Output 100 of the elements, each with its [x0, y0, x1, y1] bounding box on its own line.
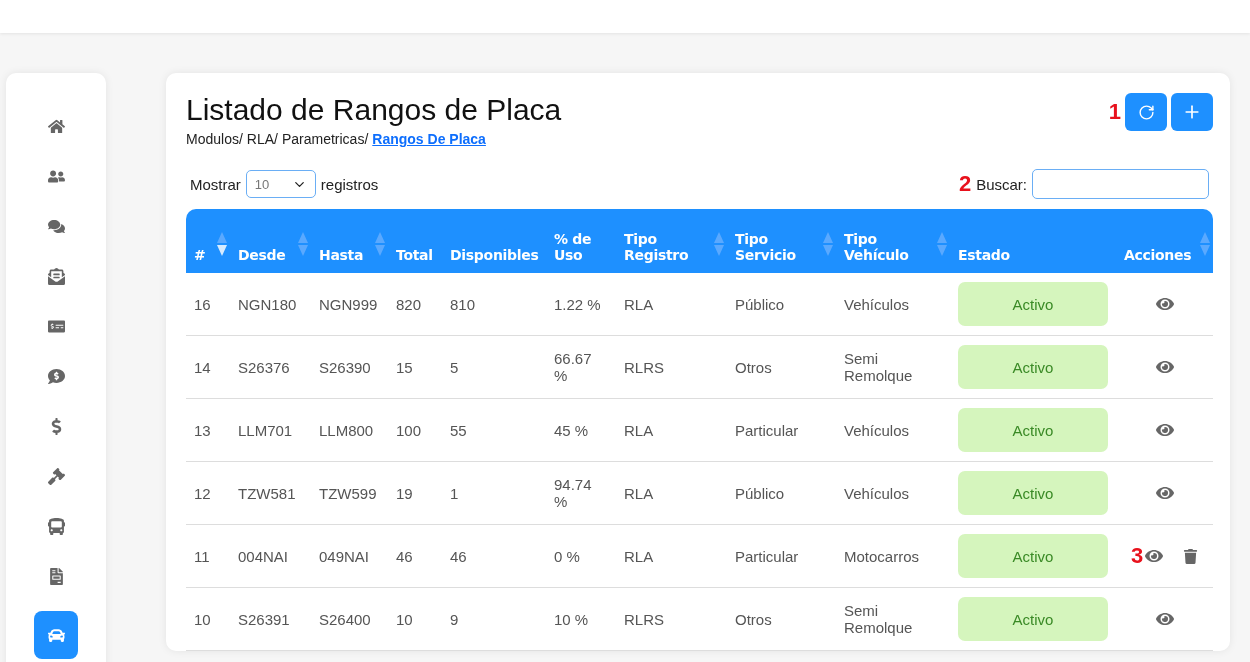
status-badge: Activo — [958, 597, 1108, 641]
table-cell: Otros — [735, 610, 772, 628]
column-header[interactable]: Acciones — [1116, 209, 1213, 273]
records-label: registros — [320, 175, 379, 193]
table-cell: Vehículos — [844, 295, 910, 313]
table-cell: RLRS — [624, 358, 664, 376]
annotation-number: 3 — [1130, 543, 1144, 569]
chat-icon — [47, 217, 65, 235]
bus-icon — [47, 517, 65, 535]
table-cell: Público — [735, 484, 785, 502]
show-label: Mostrar — [190, 175, 241, 193]
view-icon[interactable] — [1155, 610, 1174, 628]
table-cell: 13 — [194, 421, 211, 439]
table-cell: S26376 — [238, 358, 290, 376]
table-cell: 100 — [396, 421, 422, 439]
column-header[interactable]: % de Uso — [546, 209, 616, 273]
document-icon — [47, 567, 65, 585]
column-header[interactable]: Disponibles — [442, 209, 546, 273]
page-title: Listado de Rangos de Placa — [186, 93, 562, 127]
sidebar-item[interactable] — [34, 611, 78, 659]
column-header[interactable]: Tipo Servicio — [727, 209, 836, 273]
refresh-button[interactable] — [1125, 93, 1167, 131]
page-size-select[interactable]: 10 — [245, 170, 316, 198]
search-field[interactable] — [1032, 169, 1209, 199]
table-cell: 1.22 % — [554, 295, 601, 313]
home-icon — [47, 117, 65, 135]
column-header[interactable]: Hasta — [311, 209, 388, 273]
table-cell: 14 — [194, 358, 211, 376]
table-cell: Semi Remolque — [844, 602, 913, 636]
column-header[interactable]: Estado — [950, 209, 1116, 273]
column-header[interactable]: Desde — [230, 209, 311, 273]
table-cell: 820 — [396, 295, 422, 313]
table-cell: 46 — [450, 547, 467, 565]
table-cell: 46 — [396, 547, 413, 565]
table-cell: 004NAI — [238, 547, 289, 565]
table-cell: 1 — [450, 484, 459, 502]
table-cell: 45 % — [554, 421, 589, 439]
refresh-icon — [1137, 103, 1155, 121]
table-cell: LLM800 — [319, 421, 374, 439]
table-cell: Semi Remolque — [844, 350, 913, 384]
table-cell: Particular — [735, 421, 799, 439]
table-cell: 55 — [450, 421, 467, 439]
table-cell: Particular — [735, 547, 799, 565]
car-icon — [47, 626, 65, 644]
annotation-number: 2 — [958, 171, 972, 197]
column-header[interactable]: Total — [388, 209, 442, 273]
status-badge: Activo — [958, 282, 1108, 326]
table-cell: 10 — [396, 610, 413, 628]
table-cell: Vehículos — [844, 484, 910, 502]
table-cell: 15 — [396, 358, 413, 376]
table-cell: 049NAI — [319, 547, 370, 565]
table-cell: Otros — [735, 358, 772, 376]
status-badge: Activo — [958, 408, 1108, 452]
annotation-number: 1 — [1108, 99, 1121, 125]
view-icon[interactable] — [1155, 421, 1174, 439]
table-cell: 11 — [194, 547, 210, 565]
view-icon[interactable] — [1155, 295, 1174, 313]
table-cell: RLA — [624, 421, 654, 439]
table-cell: 0 % — [554, 547, 580, 565]
column-header[interactable]: Tipo Vehículo — [836, 209, 950, 273]
gavel-icon — [47, 467, 65, 485]
table-cell: Motocarros — [844, 547, 920, 565]
breadcrumb-item[interactable]: Modulos/ — [186, 131, 243, 147]
table-cell: TZW599 — [319, 484, 377, 502]
table-cell: Público — [735, 295, 785, 313]
status-badge: Activo — [958, 534, 1108, 578]
table-cell: 16 — [194, 295, 211, 313]
table-cell: 66.67 % — [554, 350, 592, 384]
search-label: Buscar: — [976, 175, 1027, 193]
view-icon[interactable] — [1155, 484, 1174, 502]
table-cell: 12 — [194, 484, 211, 502]
table-cell: S26400 — [319, 610, 371, 628]
breadcrumb-item[interactable]: RLA/ — [246, 131, 278, 147]
delete-icon[interactable] — [1183, 548, 1199, 564]
table-cell: RLA — [624, 547, 654, 565]
table-cell: S26390 — [319, 358, 371, 376]
column-header[interactable]: Tipo Registro — [616, 209, 727, 273]
table-cell: TZW581 — [238, 484, 296, 502]
breadcrumb-item[interactable]: Parametricas/ — [281, 131, 369, 147]
view-icon[interactable] — [1155, 358, 1174, 376]
table-cell: RLA — [624, 484, 654, 502]
status-badge: Activo — [958, 345, 1108, 389]
dollar-chat-icon — [47, 367, 65, 385]
table-cell: 19 — [396, 484, 413, 502]
table-cell: 5 — [450, 358, 459, 376]
table-cell: NGN999 — [319, 295, 378, 313]
table-cell: RLRS — [624, 610, 664, 628]
table-cell: 10 — [194, 610, 211, 628]
breadcrumb-link[interactable]: Rangos De Placa — [372, 131, 486, 147]
table-cell: 810 — [450, 295, 476, 313]
table-cell: 10 % — [554, 610, 589, 628]
table-cell: Vehículos — [844, 421, 910, 439]
table-cell: RLA — [624, 295, 654, 313]
status-badge: Activo — [958, 471, 1108, 515]
add-button[interactable] — [1171, 93, 1213, 131]
table-cell: LLM701 — [238, 421, 293, 439]
table-cell: 9 — [450, 610, 459, 628]
view-icon[interactable] — [1145, 547, 1164, 565]
column-header[interactable]: # — [186, 209, 230, 273]
table-cell: NGN180 — [238, 295, 297, 313]
